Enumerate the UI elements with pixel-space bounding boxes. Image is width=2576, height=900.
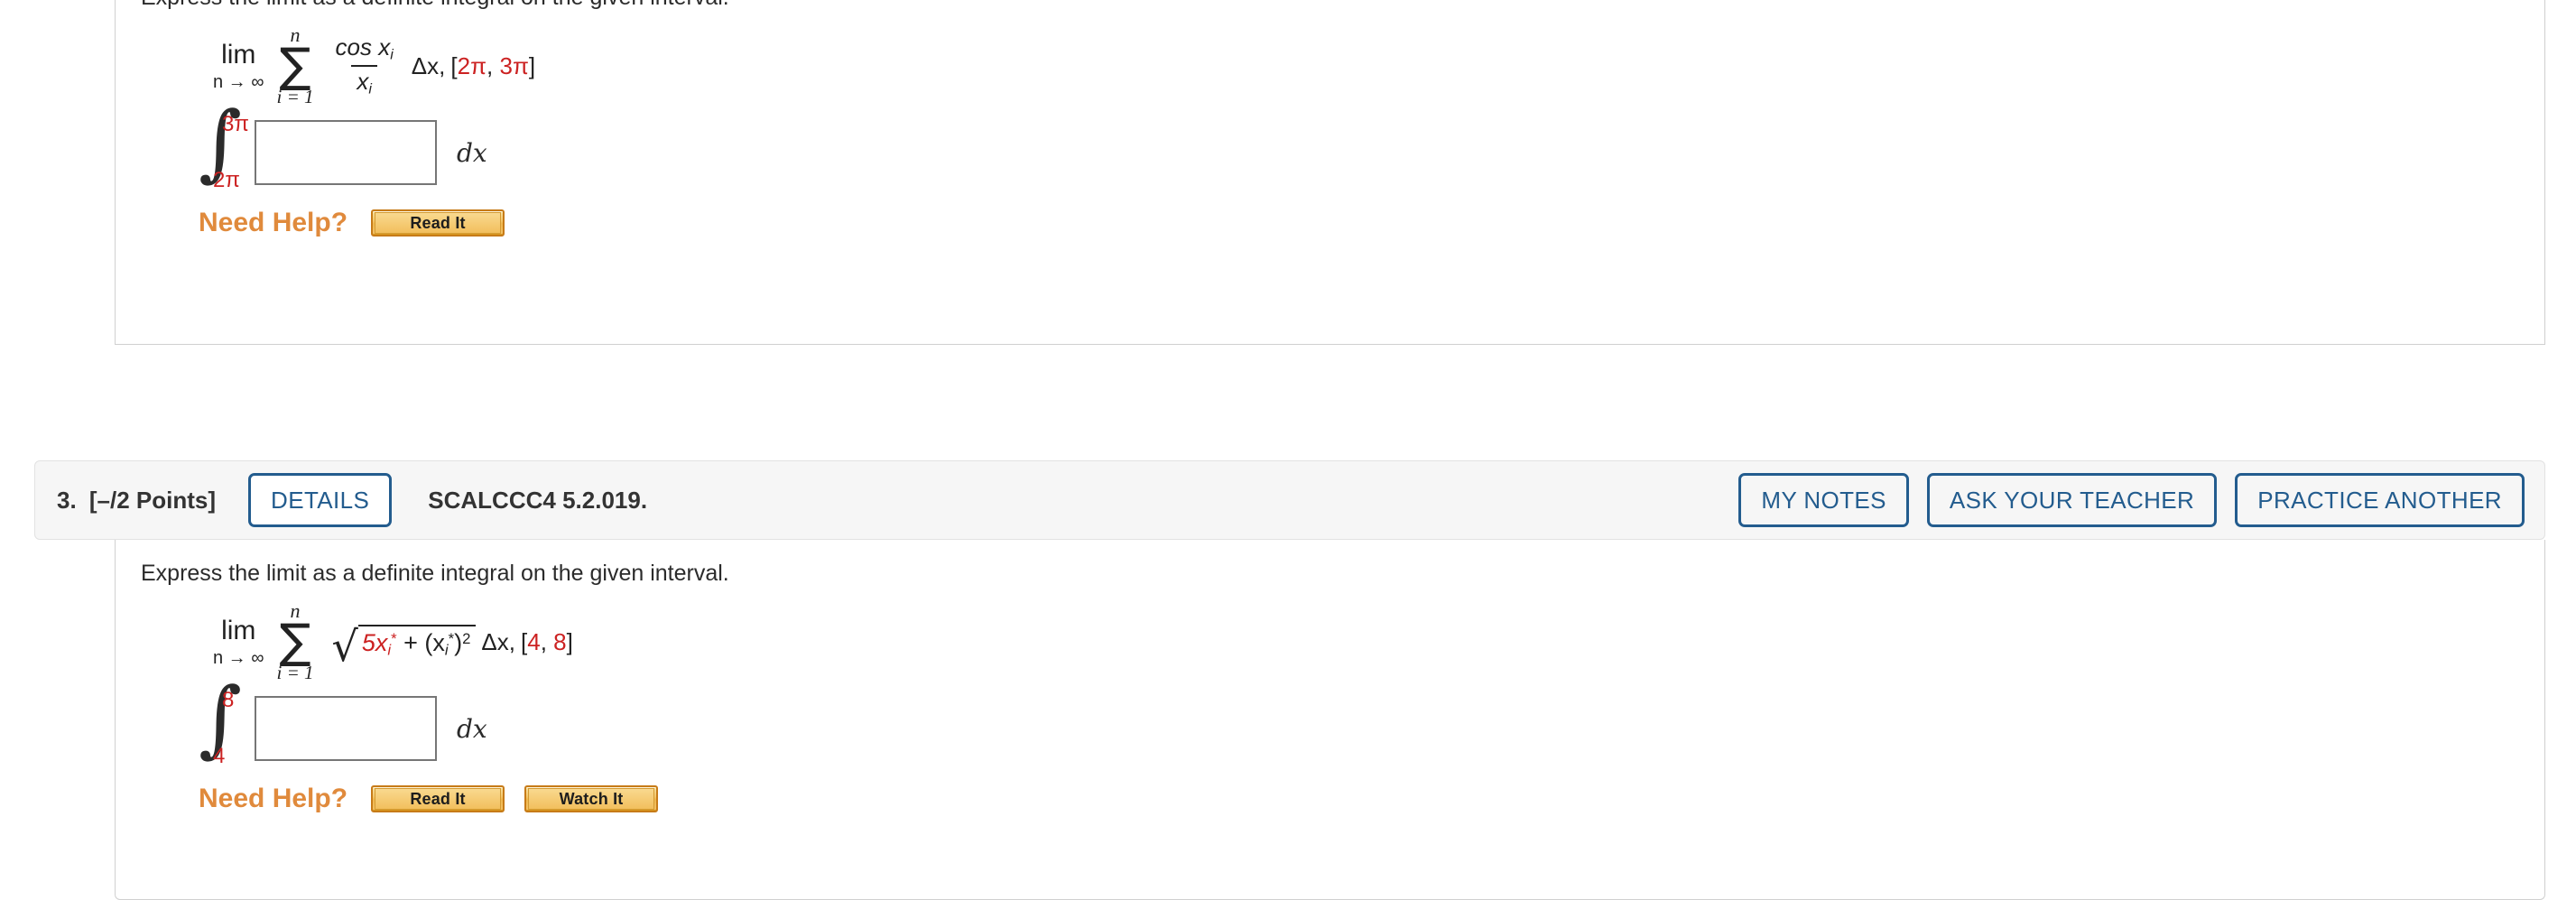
read-it-button-3[interactable]: Read It xyxy=(371,785,505,812)
problem-body-2: Express the limit as a definite integral… xyxy=(115,0,2545,345)
integral-lower-limit: 2π xyxy=(213,168,240,192)
problem-prompt-3: Express the limit as a definite integral… xyxy=(141,561,729,586)
limit-operator-text: lim xyxy=(221,39,256,70)
radicand-exponent: 2 xyxy=(462,629,471,647)
interval-separator: , xyxy=(540,627,547,655)
problem-number: 3. xyxy=(57,486,77,514)
interval-upper-value: 8 xyxy=(553,627,567,655)
denominator-subscript: i xyxy=(368,80,372,97)
practice-another-label: PRACTICE ANOTHER xyxy=(2257,486,2502,514)
interval-lower-value: 2π xyxy=(457,51,487,79)
limit-operator-subscript: n → ∞ xyxy=(213,647,264,668)
differential-dx: dx xyxy=(457,713,487,744)
interval-open-bracket: [ xyxy=(450,51,458,79)
integral-lower-limit: 4 xyxy=(213,744,226,768)
problem-points: [–/2 Points] xyxy=(88,486,217,514)
limit-operator-text: lim xyxy=(221,615,256,645)
watch-it-button-3[interactable]: Watch It xyxy=(524,785,659,812)
limit-expression-3: lim n → ∞ n ∑ i = 1 √ 5xi* + (xi*)2 Δx, … xyxy=(213,600,2544,682)
integral-sign: ∫ 8 4 xyxy=(199,677,255,769)
read-it-button-inner: Read It xyxy=(375,212,502,234)
integral-upper-limit: 8 xyxy=(222,688,235,712)
interval-close-bracket: ] xyxy=(566,627,573,655)
limit-expression-2: lim n → ∞ n ∑ i = 1 cos xi xi Δx, [2π, 3… xyxy=(213,24,2544,107)
interval-close-bracket: ] xyxy=(528,51,536,79)
integral-upper-limit: 3π xyxy=(222,112,249,136)
interval-notation: [2π, 3π] xyxy=(450,52,535,80)
integral-sign: ∫ 3π 2π xyxy=(199,101,255,193)
integral-answer-row-3: ∫ 8 4 dx xyxy=(199,677,2544,769)
need-help-row-2: Need Help? Read It xyxy=(199,208,2544,265)
integral-answer-row-2: ∫ 3π 2π dx xyxy=(199,101,2544,193)
read-it-button-2[interactable]: Read It xyxy=(371,209,505,237)
interval-notation: [4, 8] xyxy=(521,628,573,656)
need-help-label: Need Help? xyxy=(199,208,348,237)
sigma-icon: ∑ xyxy=(279,614,311,669)
watch-it-label: Watch It xyxy=(559,789,624,808)
summation-lower-limit: i = 1 xyxy=(276,86,314,108)
watch-it-button-inner: Watch It xyxy=(528,788,655,810)
interval-separator: , xyxy=(486,51,494,79)
fraction-denominator: xi xyxy=(351,65,377,97)
my-notes-button[interactable]: MY NOTES xyxy=(1738,473,1909,527)
question-code: SCALCCC4 5.2.019. xyxy=(428,486,648,514)
read-it-button-inner: Read It xyxy=(375,788,502,810)
radicand-close-paren: ) xyxy=(454,628,463,656)
details-button-label: DETAILS xyxy=(271,486,370,514)
problem-card-3: 3. [–/2 Points] DETAILS SCALCCC4 5.2.019… xyxy=(34,460,2545,900)
fraction-cos-over-x: cos xi xi xyxy=(330,34,399,97)
need-help-label: Need Help? xyxy=(199,784,348,813)
radicand-coefficient-term: 5x xyxy=(361,628,388,656)
summation-lower-limit: i = 1 xyxy=(276,662,314,684)
assignment-page: Express the limit as a definite integral… xyxy=(0,0,2576,900)
interval-lower-value: 4 xyxy=(527,627,541,655)
integrand-input-3[interactable] xyxy=(255,696,437,761)
delta-x-term: Δx, xyxy=(411,51,446,79)
delta-x-term: Δx, xyxy=(481,627,515,655)
problem-header-3: 3. [–/2 Points] DETAILS SCALCCC4 5.2.019… xyxy=(34,460,2545,540)
radical-icon: √ xyxy=(331,621,358,671)
square-root-expression: √ 5xi* + (xi*)2 xyxy=(331,621,477,671)
problem-card-2: Express the limit as a definite integral… xyxy=(34,0,2545,345)
differential-dx: dx xyxy=(457,137,487,168)
read-it-label: Read It xyxy=(410,789,466,808)
limit-operator-subscript: n → ∞ xyxy=(213,71,264,92)
denominator-text: x xyxy=(357,68,369,95)
summation-symbol: n ∑ i = 1 xyxy=(276,600,314,684)
my-notes-label: MY NOTES xyxy=(1761,486,1886,514)
practice-another-button[interactable]: PRACTICE ANOTHER xyxy=(2235,473,2525,527)
problem-prompt-2: Express the limit as a definite integral… xyxy=(116,0,2544,11)
numerator-text: cos x xyxy=(335,33,391,61)
limit-operator: lim n → ∞ xyxy=(213,39,264,92)
details-button[interactable]: DETAILS xyxy=(248,473,393,527)
sigma-icon: ∑ xyxy=(279,38,311,93)
integrand-input-2[interactable] xyxy=(255,120,437,185)
summation-symbol: n ∑ i = 1 xyxy=(276,24,314,108)
ask-your-teacher-button[interactable]: ASK YOUR TEACHER xyxy=(1926,473,2218,527)
numerator-subscript: i xyxy=(390,46,394,63)
need-help-row-3: Need Help? Read It Watch It xyxy=(199,784,2544,841)
fraction-numerator: cos xi xyxy=(330,34,399,65)
radicand-plus-open: + (x xyxy=(396,628,445,656)
read-it-label: Read It xyxy=(410,213,466,232)
header-action-buttons: MY NOTES ASK YOUR TEACHER PRACTICE ANOTH… xyxy=(1738,473,2525,527)
problem-body-3: Express the limit as a definite integral… xyxy=(115,540,2545,900)
limit-operator: lim n → ∞ xyxy=(213,617,264,667)
radicand: 5xi* + (xi*)2 xyxy=(357,624,477,660)
ask-your-teacher-label: ASK YOUR TEACHER xyxy=(1949,486,2195,514)
interval-upper-value: 3π xyxy=(499,51,529,79)
